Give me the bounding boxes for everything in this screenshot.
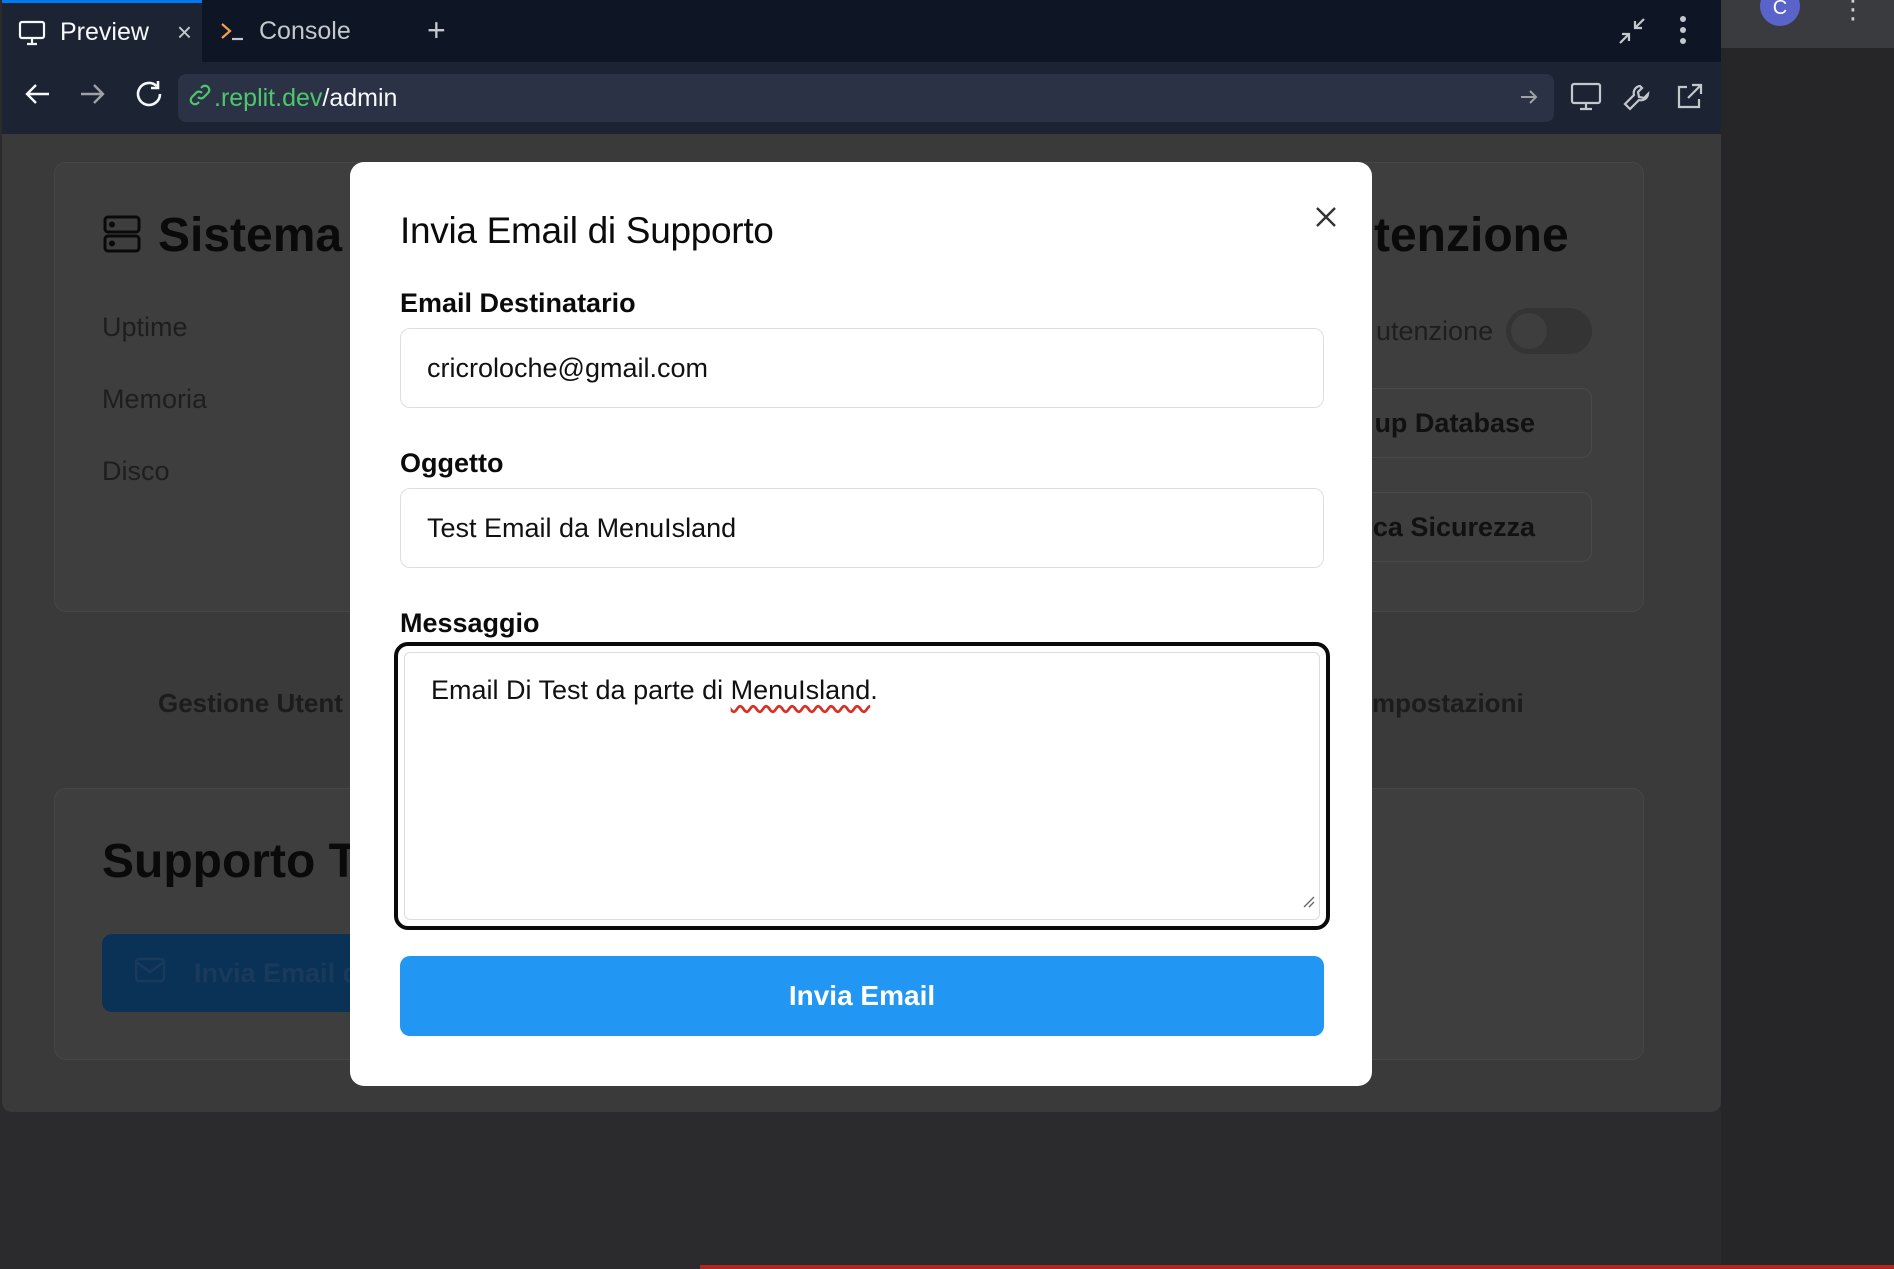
nav-tab-user-management[interactable]: Gestione Utent	[158, 688, 343, 719]
tab-label: Console	[259, 16, 351, 45]
back-arrow-icon[interactable]	[24, 80, 52, 113]
recipient-email-input[interactable]: cricroloche@gmail.com	[400, 328, 1324, 408]
tab-console[interactable]: Console	[205, 0, 405, 62]
devtools-wrench-icon[interactable]	[1622, 82, 1652, 117]
support-email-label: Invia Email d	[194, 957, 360, 988]
tab-label: Preview	[60, 18, 149, 46]
link-icon	[188, 83, 212, 114]
address-bar: .replit.dev /admin	[2, 62, 1721, 134]
support-email-modal: Invia Email di Supporto Email Destinatar…	[350, 162, 1372, 1086]
status-line	[700, 1265, 1894, 1269]
system-row-memory: Memoria	[102, 384, 208, 414]
server-icon	[102, 214, 142, 259]
send-email-label: Invia Email	[788, 980, 936, 1011]
backup-database-label: up Database	[1374, 407, 1535, 438]
forward-arrow-icon[interactable]	[78, 80, 106, 113]
more-options-icon[interactable]	[1678, 14, 1688, 51]
support-title: Supporto Te	[102, 835, 382, 888]
go-arrow-icon[interactable]	[1518, 86, 1540, 115]
open-new-window-icon[interactable]	[1674, 82, 1704, 117]
maintenance-toggle[interactable]	[1506, 308, 1592, 354]
tab-bar: Preview × Console +	[2, 0, 1721, 62]
monitor-icon	[18, 20, 46, 46]
subject-input[interactable]: Test Email da MenuIsland	[400, 488, 1324, 568]
misspelled-word: MenuIsland	[730, 675, 871, 705]
nav-tab-settings[interactable]: mpostazioni	[1372, 688, 1524, 719]
close-icon[interactable]: ×	[177, 19, 192, 45]
message-label: Messaggio	[400, 608, 540, 638]
modal-title: Invia Email di Supporto	[400, 210, 774, 251]
collapse-icon[interactable]	[1617, 16, 1647, 51]
maintenance-toggle-label: utenzione	[1376, 316, 1494, 346]
message-textarea[interactable]: Email Di Test da parte di MenuIsland.	[394, 642, 1330, 930]
maintenance-title: tenzione	[1374, 209, 1569, 262]
terminal-icon	[219, 20, 245, 42]
reload-icon[interactable]	[133, 78, 165, 115]
recipient-label: Email Destinatario	[400, 288, 636, 318]
system-row-disk: Disco	[102, 456, 170, 486]
kebab-menu-icon[interactable]: ⋮	[1840, 0, 1866, 22]
outer-browser-area	[1721, 0, 1894, 1269]
system-title: Sistema	[158, 209, 343, 262]
message-text: Email Di Test da parte di MenuIsland.	[404, 652, 1320, 920]
outer-browser-toolbar	[1721, 0, 1894, 48]
recipient-email-value: cricroloche@gmail.com	[427, 352, 708, 383]
subject-label: Oggetto	[400, 448, 504, 478]
tab-preview[interactable]: Preview ×	[2, 0, 202, 62]
url-host: .replit.dev	[214, 83, 323, 112]
subject-value: Test Email da MenuIsland	[427, 512, 737, 543]
close-icon[interactable]	[1307, 198, 1345, 236]
send-email-button[interactable]: Invia Email	[400, 956, 1324, 1036]
url-path: /admin	[322, 83, 398, 112]
message-text-end: .	[870, 675, 878, 705]
mail-icon	[134, 957, 166, 990]
resize-handle-icon[interactable]	[1301, 884, 1315, 915]
security-check-label: fica Sicurezza	[1356, 511, 1535, 542]
system-row-uptime: Uptime	[102, 312, 188, 342]
message-text-start: Email Di Test da parte di	[431, 675, 731, 705]
new-tab-plus-icon[interactable]: +	[427, 14, 446, 46]
url-field[interactable]: .replit.dev /admin	[178, 74, 1554, 122]
device-preview-icon[interactable]	[1570, 82, 1602, 117]
